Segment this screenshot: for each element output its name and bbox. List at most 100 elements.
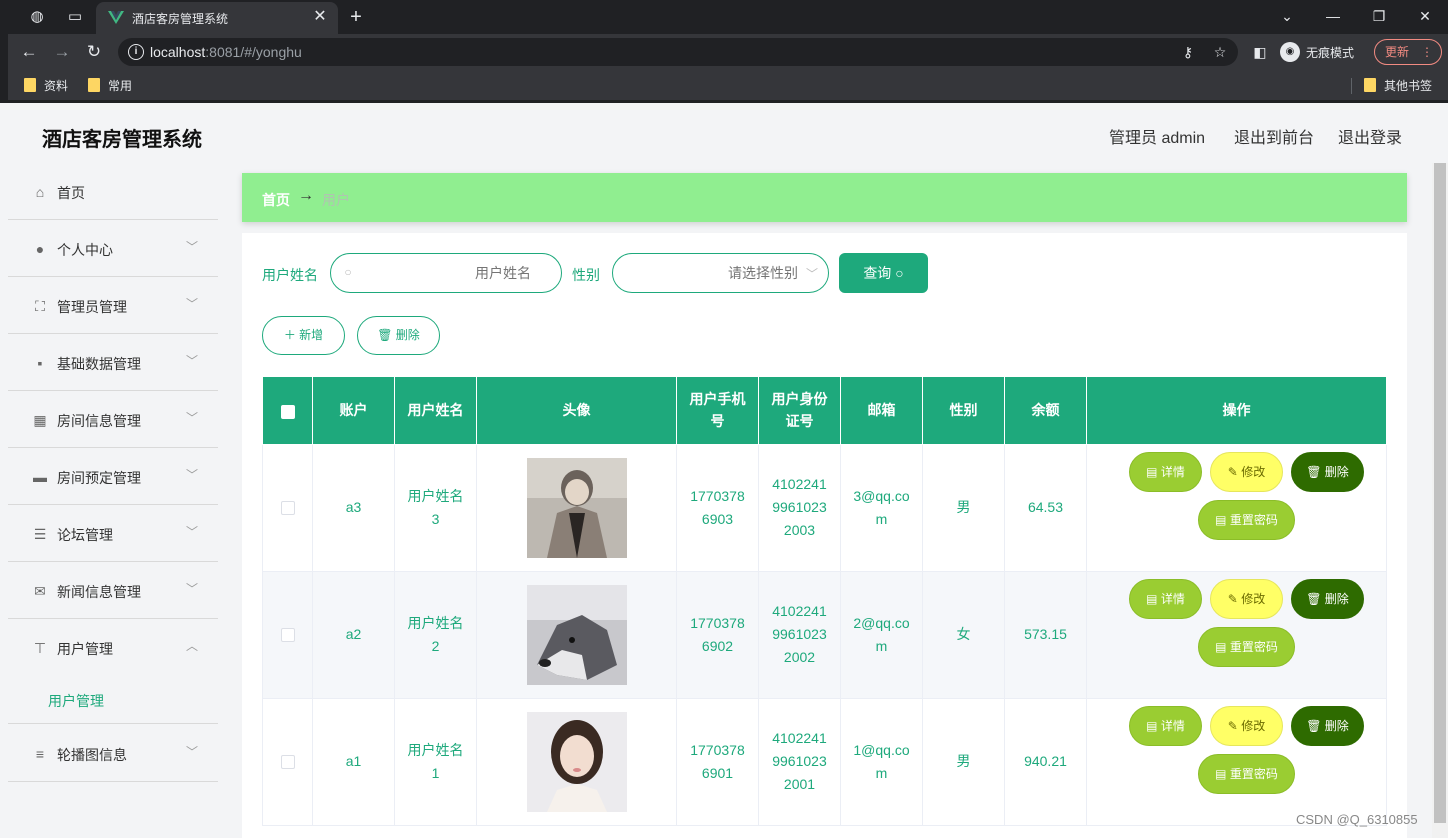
briefcase-icon: ▬ [33, 469, 47, 485]
folder-icon [24, 78, 36, 92]
close-tab-icon[interactable]: ✕ [310, 7, 330, 27]
sidebar-item-admin[interactable]: ⛶ 管理员管理 ﹀ [8, 277, 218, 334]
column-header: 用户手机号 [676, 377, 759, 445]
delete-button[interactable]: 🗑 删除 [1291, 578, 1364, 619]
sidebar-item-carousel[interactable]: ≡ 轮播图信息 ﹀ [8, 725, 218, 782]
browser-chrome: ◍ ▭ 酒店客房管理系统 ✕ + ⌄ — ❐ ✕ ← → ↻ i localho… [0, 0, 1448, 103]
browser-tab-active[interactable]: 酒店客房管理系统 ✕ [96, 2, 338, 34]
sidebar-item-basic-data[interactable]: ▪ 基础数据管理 ﹀ [8, 334, 218, 391]
sidebar-subitem-user-management[interactable]: 用户管理 [8, 674, 218, 724]
reset-password-button[interactable]: ▤ 重置密码 [1198, 626, 1295, 667]
row-checkbox[interactable] [280, 755, 295, 770]
other-bookmarks[interactable]: 其他书签 [1364, 77, 1432, 93]
delete-button[interactable]: 🗑 删除 [1291, 451, 1364, 492]
name-search-input[interactable] [371, 265, 531, 281]
tab-icon[interactable]: ▭ [66, 8, 84, 26]
users-table: 账户 用户姓名 头像 用户手机号 用户身份证号 邮箱 性别 余额 操作 a3 用… [262, 377, 1387, 826]
column-header: 账户 [312, 377, 395, 445]
update-button[interactable]: 更新 ⋮ [1374, 39, 1442, 65]
name-filter-label: 用户姓名 [262, 267, 318, 283]
delete-button[interactable]: 🗑 删除 [1291, 705, 1364, 746]
app-header: 酒店客房管理系统 管理员 admin 退出到前台 退出登录 [8, 103, 1448, 163]
chevron-down-icon[interactable]: ⌄ [1274, 4, 1300, 28]
reset-password-button[interactable]: ▤ 重置密码 [1198, 499, 1295, 540]
detail-button[interactable]: ▤ 详情 [1129, 451, 1202, 492]
bookmark-folder-2[interactable]: 常用 [88, 77, 132, 93]
column-header: 用户姓名 [394, 377, 477, 445]
star-icon[interactable]: ☆ [1210, 42, 1230, 62]
chevron-down-icon: ﹀ [186, 411, 199, 425]
chevron-down-icon: ﹀ [186, 240, 199, 254]
forward-icon[interactable]: → [51, 41, 73, 63]
exit-to-front-link[interactable]: 退出到前台 [1234, 124, 1314, 148]
table-row: a3 用户姓名3 17703786903 410224199610232003 … [262, 443, 1387, 572]
add-button[interactable]: ＋ 新增 [262, 316, 345, 355]
url-text: localhost:8081/#/yonghu [150, 44, 302, 60]
avatar [526, 711, 627, 812]
gender-select-input[interactable] [648, 265, 798, 281]
id-card-cell: 410224199610232001 [758, 697, 841, 826]
sliders-icon: ☰ [33, 526, 47, 542]
operations-cell: ▤ 详情 ✎ 修改 🗑 删除 ▤ 重置密码 [1086, 697, 1387, 826]
chat-icon: ▪ [37, 355, 43, 371]
scrollbar-thumb[interactable] [1434, 163, 1446, 823]
column-header: 头像 [476, 377, 677, 445]
detail-button[interactable]: ▤ 详情 [1129, 578, 1202, 619]
close-window-button[interactable]: ✕ [1412, 4, 1438, 28]
reload-icon[interactable]: ↻ [83, 41, 105, 63]
key-icon[interactable]: ⚷ [1178, 42, 1198, 62]
sidebar-item-users[interactable]: ⊤ 用户管理 ︿ [8, 619, 218, 676]
minimize-button[interactable]: — [1320, 4, 1346, 28]
chevron-down-icon: ﹀ [805, 267, 818, 281]
edit-button[interactable]: ✎ 修改 [1210, 705, 1283, 746]
document-icon: ▤ [1215, 639, 1227, 654]
admin-label: 管理员 admin [1109, 130, 1206, 147]
chevron-up-icon: ︿ [186, 639, 199, 653]
column-header: 余额 [1004, 377, 1087, 445]
bookmark-divider [1351, 78, 1352, 94]
account-cell: a2 [312, 570, 395, 699]
pencil-icon: ✎ [1227, 591, 1238, 606]
name-search-field[interactable]: ○ [330, 253, 562, 293]
detail-button[interactable]: ▤ 详情 [1129, 705, 1202, 746]
folder-icon [88, 78, 100, 92]
table-header-row: 账户 用户姓名 头像 用户手机号 用户身份证号 邮箱 性别 余额 操作 [262, 377, 1387, 445]
app-title: 酒店客房管理系统 [42, 129, 202, 151]
reset-password-button[interactable]: ▤ 重置密码 [1198, 753, 1295, 794]
row-select-cell [262, 697, 313, 826]
sidebar-item-forum[interactable]: ☰ 论坛管理 ﹀ [8, 505, 218, 562]
sidebar-item-booking[interactable]: ▬ 房间预定管理 ﹀ [8, 448, 218, 505]
pencil-icon: ✎ [1227, 718, 1238, 733]
query-button[interactable]: 查询 ○ [839, 253, 928, 293]
row-checkbox[interactable] [280, 628, 295, 643]
column-header: 邮箱 [840, 377, 923, 445]
edit-button[interactable]: ✎ 修改 [1210, 578, 1283, 619]
gender-select[interactable]: ﹀ [612, 253, 829, 293]
phone-cell: 17703786903 [676, 443, 759, 572]
new-tab-button[interactable]: + [345, 6, 367, 28]
row-checkbox[interactable] [280, 501, 295, 516]
sidebar-item-news[interactable]: ✉ 新闻信息管理 ﹀ [8, 562, 218, 619]
bookmark-folder-1[interactable]: 资料 [24, 77, 68, 93]
sidebar-item-profile[interactable]: ● 个人中心 ﹀ [8, 220, 218, 277]
back-icon[interactable]: ← [18, 41, 40, 63]
sidebar-item-rooms[interactable]: ▦ 房间信息管理 ﹀ [8, 391, 218, 448]
info-icon[interactable]: i [128, 44, 144, 60]
name-cell: 用户姓名3 [394, 443, 477, 572]
column-header: 操作 [1086, 377, 1387, 445]
batch-delete-button[interactable]: 🗑 删除 [357, 316, 440, 355]
sidebar: ⌂ 首页 ● 个人中心 ﹀ ⛶ 管理员管理 ﹀ ▪ 基础数据管理 ﹀ ▦ 房间信… [8, 163, 218, 838]
gender-cell: 男 [922, 697, 1005, 826]
more-icon[interactable]: ⋮ [1421, 40, 1433, 64]
select-all-checkbox[interactable] [280, 404, 295, 419]
url-field[interactable]: i localhost:8081/#/yonghu ⚷ ☆ [118, 38, 1238, 66]
sidebar-item-home[interactable]: ⌂ 首页 [8, 163, 218, 220]
breadcrumb-home[interactable]: 首页 [262, 190, 290, 210]
edit-button[interactable]: ✎ 修改 [1210, 451, 1283, 492]
folder-icon [1364, 78, 1376, 92]
select-all-header [262, 377, 313, 445]
restore-button[interactable]: ❐ [1366, 4, 1392, 28]
logout-link[interactable]: 退出登录 [1338, 124, 1402, 148]
sidepanel-icon[interactable]: ◧ [1250, 42, 1270, 62]
globe-icon[interactable]: ◍ [28, 8, 46, 26]
